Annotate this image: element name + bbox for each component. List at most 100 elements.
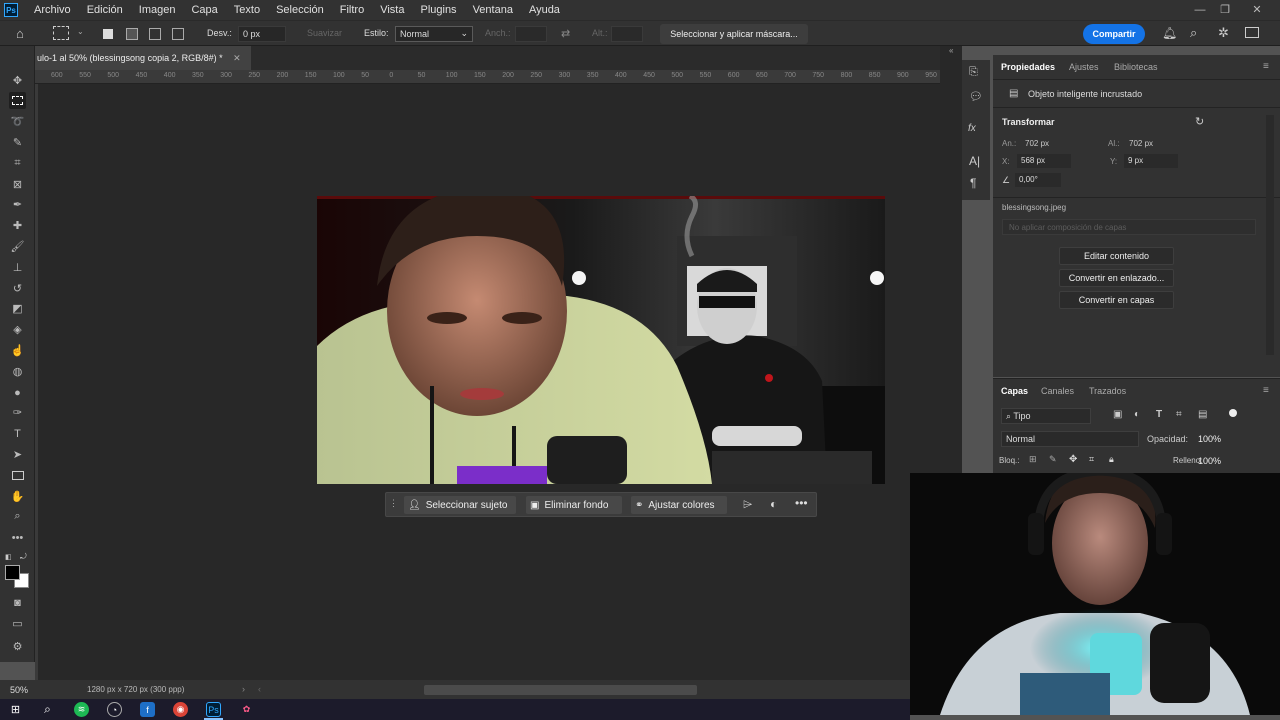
- transform-icon[interactable]: ⌲: [743, 497, 752, 512]
- file-explorer-icon[interactable]: f: [140, 702, 155, 717]
- scroll-left-icon[interactable]: ‹: [258, 684, 261, 694]
- drag-handle-icon[interactable]: ⋮: [389, 498, 398, 509]
- smooth-checkbox[interactable]: Suavizar: [307, 28, 342, 38]
- default-colors-icon[interactable]: ◧: [5, 553, 15, 561]
- menu-seleccion[interactable]: Selección: [268, 0, 332, 20]
- tab-paths[interactable]: Trazados: [1089, 381, 1126, 401]
- close-icon[interactable]: ✕: [1242, 0, 1272, 20]
- filter-adjustment-icon[interactable]: ◐: [1134, 409, 1140, 420]
- zoom-level[interactable]: 50%: [10, 685, 28, 695]
- convert-to-layers-button[interactable]: Convertir en capas: [1059, 291, 1174, 309]
- photoshop-taskbar-icon[interactable]: Ps: [206, 702, 221, 717]
- x-input[interactable]: 568 px: [1017, 154, 1071, 168]
- crop-tool-icon[interactable]: ⌗: [9, 155, 26, 172]
- tab-layers[interactable]: Capas: [1001, 381, 1028, 401]
- collapse-icon[interactable]: «: [949, 46, 953, 55]
- search-icon[interactable]: ⌕: [1190, 25, 1197, 41]
- fill-value[interactable]: 100%: [1198, 456, 1221, 466]
- intersect-selection-icon[interactable]: [172, 28, 184, 40]
- scrollbar[interactable]: [1266, 115, 1274, 355]
- select-and-mask-button[interactable]: Seleccionar y aplicar máscara...: [660, 24, 808, 44]
- opacity-value[interactable]: 100%: [1198, 434, 1221, 444]
- rectangle-tool-icon[interactable]: [9, 467, 26, 484]
- close-tab-icon[interactable]: ✕: [233, 53, 241, 63]
- menu-edicion[interactable]: Edición: [79, 0, 131, 20]
- smudge-tool-icon[interactable]: ☝: [9, 342, 26, 359]
- new-selection-icon[interactable]: [103, 29, 113, 39]
- foreground-color-swatch[interactable]: [5, 565, 20, 580]
- settings-icon[interactable]: ✲: [1218, 25, 1229, 41]
- more-tools-icon[interactable]: •••: [9, 529, 26, 546]
- lock-all-icon[interactable]: 🔒︎: [1109, 454, 1114, 465]
- menu-vista[interactable]: Vista: [372, 0, 412, 20]
- height-value[interactable]: 702 px: [1129, 139, 1153, 148]
- menu-ayuda[interactable]: Ayuda: [521, 0, 568, 20]
- filter-shape-icon[interactable]: ⌗: [1176, 409, 1182, 420]
- healing-brush-tool-icon[interactable]: ✚: [9, 217, 26, 234]
- style-select[interactable]: Normal ⌄: [395, 26, 473, 42]
- panel-menu-icon[interactable]: ≡: [1263, 61, 1269, 72]
- filter-type-icon[interactable]: T: [1156, 409, 1162, 420]
- tab-channels[interactable]: Canales: [1041, 381, 1074, 401]
- mask-icon[interactable]: ◐: [770, 497, 777, 511]
- edit-toolbar-icon[interactable]: ⚙: [9, 638, 26, 655]
- filter-smart-icon[interactable]: ▤: [1198, 409, 1207, 420]
- menu-texto[interactable]: Texto: [226, 0, 268, 20]
- angle-input[interactable]: 0,00°: [1015, 173, 1061, 187]
- marquee-preset-icon[interactable]: [53, 26, 69, 40]
- home-icon[interactable]: ⌂: [16, 26, 32, 42]
- menu-capa[interactable]: Capa: [183, 0, 225, 20]
- remove-background-button[interactable]: ▣ Eliminar fondo: [526, 496, 622, 514]
- subtract-selection-icon[interactable]: [149, 28, 161, 40]
- tab-adjustments[interactable]: Ajustes: [1069, 57, 1099, 77]
- search-icon[interactable]: ⌕: [40, 702, 55, 717]
- character-panel-icon[interactable]: A|: [969, 154, 980, 168]
- restore-icon[interactable]: ❐: [1210, 0, 1240, 20]
- layer-comp-select[interactable]: No aplicar composición de capas: [1002, 219, 1256, 235]
- more-options-icon[interactable]: •••: [795, 496, 808, 510]
- swap-icon[interactable]: ⇄: [561, 27, 570, 40]
- app-icon[interactable]: ✿: [239, 702, 254, 717]
- add-selection-icon[interactable]: [126, 28, 138, 40]
- tab-properties[interactable]: Propiedades: [1001, 57, 1055, 77]
- obs-icon[interactable]: ◔: [107, 702, 122, 717]
- zoom-tool-icon[interactable]: ⌕: [9, 508, 26, 525]
- width-value[interactable]: 702 px: [1025, 139, 1049, 148]
- lock-artboard-icon[interactable]: ⌗: [1089, 454, 1094, 465]
- eyedropper-tool-icon[interactable]: ✒: [9, 196, 26, 213]
- type-tool-icon[interactable]: T: [9, 425, 26, 442]
- pen-tool-icon[interactable]: ✑: [9, 404, 26, 421]
- comments-panel-icon[interactable]: 💬︎: [969, 90, 983, 103]
- history-brush-tool-icon[interactable]: ↺: [9, 280, 26, 297]
- lock-pixels-icon[interactable]: ⊞: [1029, 454, 1037, 465]
- blend-mode-select[interactable]: Normal: [1001, 431, 1139, 447]
- burn-tool-icon[interactable]: ●: [9, 384, 26, 401]
- quick-select-tool-icon[interactable]: ✎: [9, 134, 26, 151]
- frame-tool-icon[interactable]: ⊠: [9, 176, 26, 193]
- spotify-icon[interactable]: ≋: [74, 702, 89, 717]
- menu-filtro[interactable]: Filtro: [332, 0, 372, 20]
- hand-tool-icon[interactable]: ✋: [9, 488, 26, 505]
- chevron-down-icon[interactable]: ⌄: [77, 27, 84, 36]
- brush-tool-icon[interactable]: 🖌︎: [9, 238, 26, 255]
- chrome-icon[interactable]: ◉: [173, 702, 188, 717]
- stamp-tool-icon[interactable]: ⊥: [9, 259, 26, 276]
- menu-archivo[interactable]: Archivo: [26, 0, 79, 20]
- chevron-right-icon[interactable]: ›: [242, 684, 245, 694]
- quick-mask-icon[interactable]: ◙: [9, 594, 26, 611]
- horizontal-scrollbar[interactable]: [424, 685, 697, 695]
- adjust-colors-button[interactable]: ⚭ Ajustar colores: [631, 496, 727, 514]
- lock-position-icon[interactable]: ✥: [1069, 454, 1077, 465]
- marquee-tool-icon[interactable]: [9, 92, 26, 109]
- lasso-tool-icon[interactable]: ➰: [9, 113, 26, 130]
- document-tab[interactable]: ulo-1 al 50% (blessingsong copia 2, RGB/…: [35, 46, 251, 70]
- bell-icon[interactable]: 🔔︎: [1162, 26, 1177, 40]
- screen-mode-icon[interactable]: ▭: [9, 615, 26, 632]
- paint-bucket-tool-icon[interactable]: ◈: [9, 321, 26, 338]
- dodge-tool-icon[interactable]: ◍: [9, 363, 26, 380]
- edit-contents-button[interactable]: Editar contenido: [1059, 247, 1174, 265]
- menu-plugins[interactable]: Plugins: [412, 0, 464, 20]
- workspace-icon[interactable]: [1245, 27, 1259, 38]
- width-input[interactable]: [515, 26, 547, 42]
- menu-ventana[interactable]: Ventana: [465, 0, 521, 20]
